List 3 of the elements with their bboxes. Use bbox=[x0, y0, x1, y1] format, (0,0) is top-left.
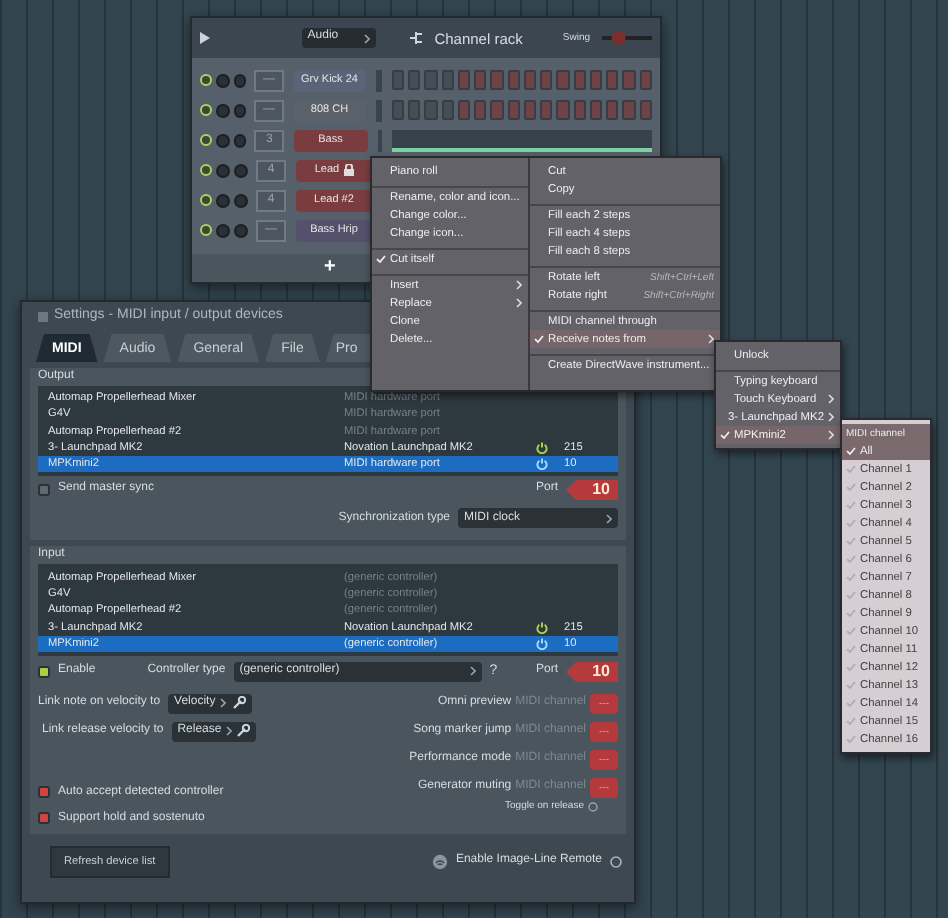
port-field[interactable]: 10 bbox=[566, 479, 618, 500]
port-field[interactable]: 10 bbox=[566, 661, 618, 682]
add-channel-button[interactable]: + bbox=[324, 256, 336, 280]
